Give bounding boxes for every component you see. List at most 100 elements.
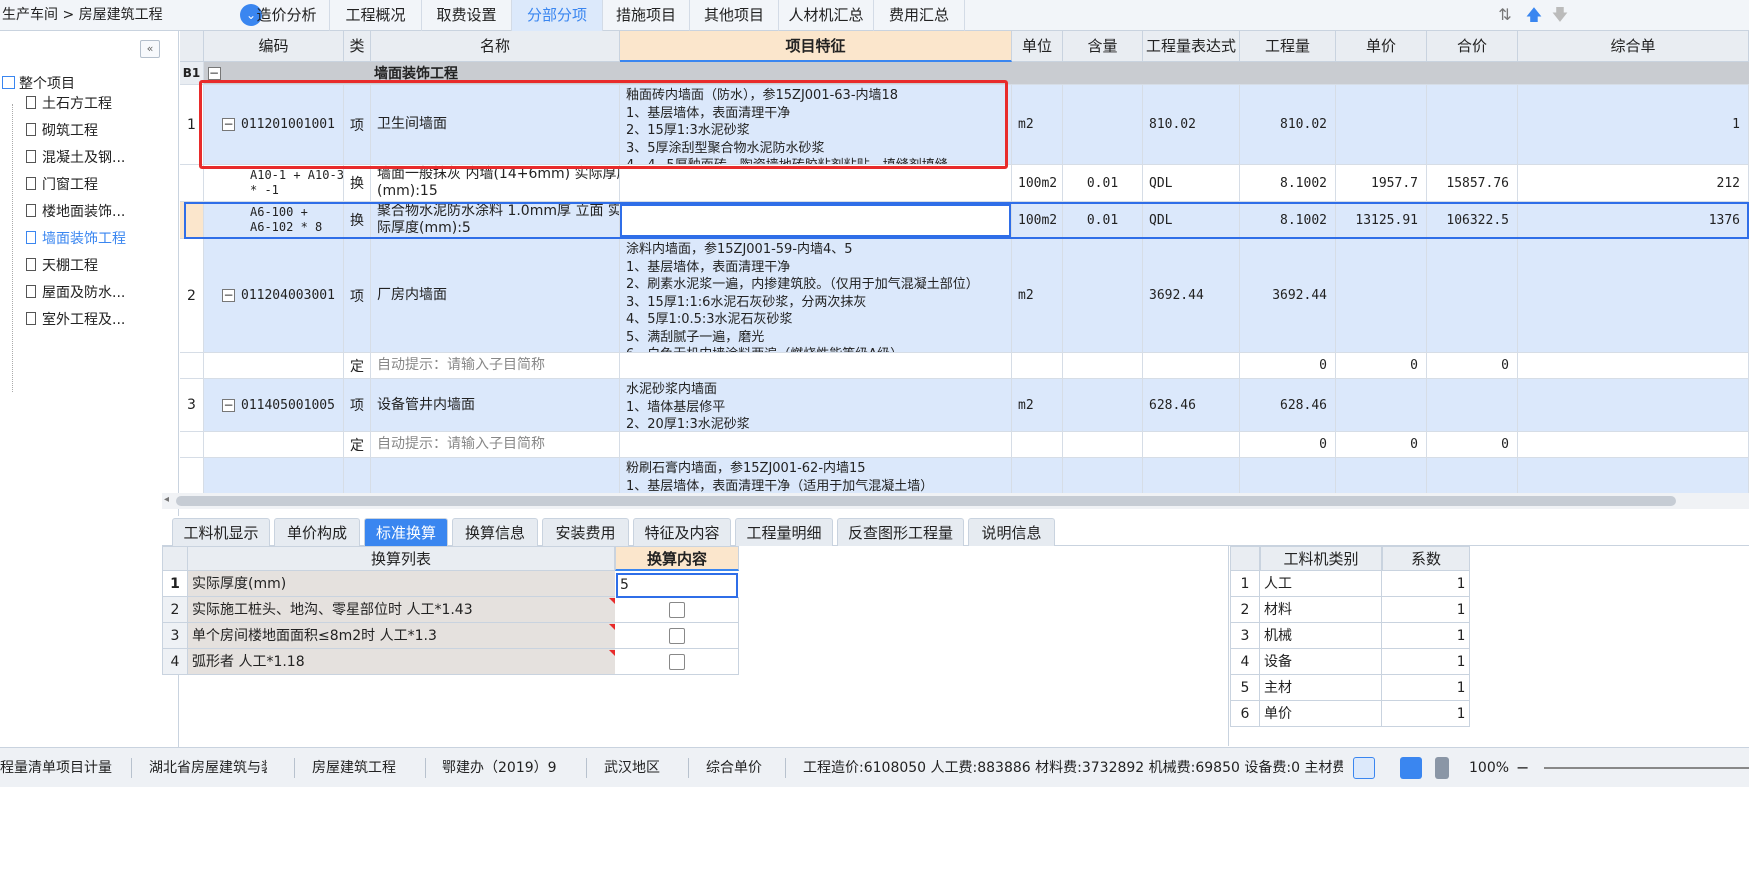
cell-name[interactable]: 聚合物水泥防水涂料 1.0mm厚 立面 实 际厚度(mm):5 xyxy=(371,202,620,238)
cell-code[interactable]: −011405001005 xyxy=(204,379,344,431)
table-row[interactable]: 粉刷石膏内墙面，参15ZJ001-62-内墙15 1、基层墙体，表面清理干净（适… xyxy=(180,458,1749,498)
cell-type[interactable]: 项 xyxy=(344,379,371,431)
collapse-minus-icon[interactable]: − xyxy=(207,66,221,80)
collapse-minus-icon[interactable]: − xyxy=(222,398,235,412)
tab-2[interactable]: 工程概况 xyxy=(330,0,422,31)
cell-unit[interactable]: m2 xyxy=(1012,379,1063,431)
conversion-value-cell[interactable] xyxy=(615,597,739,623)
coef-value-cell[interactable]: 1 xyxy=(1382,623,1470,649)
cell-qty[interactable]: 0 xyxy=(1240,353,1336,378)
collapse-minus-icon[interactable]: − xyxy=(222,118,235,131)
panel-divider[interactable] xyxy=(1228,546,1229,746)
cell-qty[interactable]: 8.1002 xyxy=(1240,165,1336,201)
cell-content[interactable]: 0.01 xyxy=(1063,202,1143,238)
column-header[interactable]: 工程量 xyxy=(1240,31,1336,62)
collapse-minus-icon[interactable]: − xyxy=(222,289,235,302)
table-row[interactable]: 2−011204003001 项厂房内墙面 涂料内墙面，参15ZJ001-59-内墙… xyxy=(180,239,1749,353)
tab-4[interactable]: 分部分项 xyxy=(512,0,603,31)
breadcrumb[interactable]: 生产车间 > 房屋建筑工程 xyxy=(0,0,163,31)
cell-type[interactable] xyxy=(344,458,371,497)
tree-item[interactable]: 混凝土及钢... xyxy=(26,148,125,168)
zoom-out-icon[interactable]: − xyxy=(1516,748,1530,788)
cell-qty[interactable]: 3692.44 xyxy=(1240,239,1336,352)
cell-code[interactable] xyxy=(204,458,344,497)
row-index[interactable]: 1 xyxy=(180,85,204,164)
tree-item[interactable]: 土石方工程 xyxy=(26,94,112,114)
cell-qty[interactable]: 628.46 xyxy=(1240,379,1336,431)
cell-code[interactable]: −011204003001 xyxy=(204,239,344,352)
zoom-slider[interactable] xyxy=(1544,767,1749,769)
cell-name[interactable]: 设备管井内墙面 xyxy=(371,379,620,431)
table-row[interactable]: 1−011201001001 项卫生间墙面 釉面砖内墙面（防水），参15ZJ001-… xyxy=(180,85,1749,165)
cell-price[interactable]: 0 xyxy=(1336,353,1427,378)
collapse-panel-icon[interactable]: « xyxy=(140,40,160,58)
column-header[interactable]: 项目特征 xyxy=(620,31,1012,62)
column-header[interactable]: 综合单 xyxy=(1518,31,1749,62)
cell-expr[interactable] xyxy=(1143,458,1240,497)
cell-feature[interactable] xyxy=(620,353,1012,378)
cell-qty[interactable]: 8.1002 xyxy=(1240,202,1336,238)
cell-unit[interactable]: 100m2 xyxy=(1012,165,1063,201)
tree-item[interactable]: 屋面及防水... xyxy=(26,283,125,303)
table-row[interactable]: 定自动提示：请输入子目简称 0 0 0 xyxy=(180,432,1749,458)
column-header[interactable]: 单价 xyxy=(1336,31,1427,62)
cell-name[interactable]: 卫生间墙面 xyxy=(371,85,620,164)
move-down-icon[interactable]: 🡇 xyxy=(1549,3,1571,27)
conversion-value-cell[interactable] xyxy=(615,649,739,675)
cell-qty[interactable] xyxy=(1240,458,1336,497)
coef-value-cell[interactable]: 1 xyxy=(1382,597,1470,623)
scroll-left-icon[interactable]: ◂ xyxy=(164,494,169,505)
cell-expr[interactable]: 3692.44 xyxy=(1143,239,1240,352)
conversion-checkbox[interactable] xyxy=(668,653,685,670)
coef-value-cell[interactable]: 1 xyxy=(1382,675,1470,701)
tab-5[interactable]: 措施项目 xyxy=(603,0,690,31)
tree-item[interactable]: 墙面装饰工程 xyxy=(26,229,126,249)
cell-price[interactable]: 13125.91 xyxy=(1336,202,1427,238)
cell-content[interactable] xyxy=(1063,353,1143,378)
tree-item[interactable]: 楼地面装饰... xyxy=(26,202,125,222)
cell-price[interactable] xyxy=(1336,239,1427,352)
table-row[interactable]: A10-1 + A10-3 * -1 换墙面一般抹灰 内墙(14+6mm) 实际厚… xyxy=(180,165,1749,202)
tab-8[interactable]: 费用汇总 xyxy=(874,0,965,31)
cell-expr[interactable]: QDL xyxy=(1143,165,1240,201)
cell-total[interactable]: 0 xyxy=(1427,353,1518,378)
tab-6[interactable]: 其他项目 xyxy=(690,0,779,31)
scrollbar-thumb[interactable] xyxy=(176,496,1676,506)
cell-type[interactable]: 定 xyxy=(344,353,371,378)
bottom-tab-9[interactable]: 说明信息 xyxy=(968,518,1055,546)
bottom-tab-6[interactable]: 特征及内容 xyxy=(633,518,731,546)
tab-7[interactable]: 人材机汇总 xyxy=(779,0,874,31)
table-row[interactable]: 定自动提示：请输入子目简称 0 0 0 xyxy=(180,353,1749,379)
cell-price[interactable] xyxy=(1336,85,1427,164)
cell-code[interactable]: A6-100 + A6-102 * 8 xyxy=(204,202,344,238)
column-header[interactable]: 含量 xyxy=(1063,31,1143,62)
cell-content[interactable]: 0.01 xyxy=(1063,165,1143,201)
cell-content[interactable] xyxy=(1063,432,1143,457)
tree-item[interactable]: 天棚工程 xyxy=(26,256,98,276)
column-header[interactable]: 单位 xyxy=(1012,31,1063,62)
bottom-tab-8[interactable]: 反查图形工程量 xyxy=(837,518,964,546)
conversion-row-index[interactable]: 1 xyxy=(162,571,188,597)
row-index[interactable]: 3 xyxy=(180,379,204,431)
cell-name[interactable] xyxy=(371,458,620,497)
cell-expr[interactable]: QDL xyxy=(1143,202,1240,238)
conversion-row-index[interactable]: 3 xyxy=(162,623,188,649)
cell-content[interactable] xyxy=(1063,458,1143,497)
horizontal-scrollbar[interactable]: ◂ xyxy=(162,493,1749,509)
coef-value-cell[interactable]: 1 xyxy=(1382,701,1470,727)
bottom-tab-5[interactable]: 安装费用 xyxy=(542,518,629,546)
row-index[interactable] xyxy=(180,165,204,201)
table-row[interactable]: 3−011405001005 项设备管井内墙面 水泥砂浆内墙面 1、墙体基层修平 2… xyxy=(180,379,1749,432)
cell-total[interactable]: 106322.5 xyxy=(1427,202,1518,238)
conversion-value-cell[interactable] xyxy=(615,623,739,649)
cell-name[interactable]: 自动提示：请输入子目简称 xyxy=(371,353,620,378)
thickness-value-input[interactable]: 5 xyxy=(616,573,738,598)
layout-top-icon[interactable] xyxy=(1400,757,1422,779)
cell-total[interactable] xyxy=(1427,379,1518,431)
conversion-checkbox[interactable] xyxy=(668,627,685,644)
bottom-tab-3[interactable]: 标准换算 xyxy=(364,518,448,546)
cell-content[interactable] xyxy=(1063,239,1143,352)
column-header[interactable]: 名称 xyxy=(371,31,620,62)
cell-price[interactable] xyxy=(1336,458,1427,497)
cell-price[interactable] xyxy=(1336,379,1427,431)
